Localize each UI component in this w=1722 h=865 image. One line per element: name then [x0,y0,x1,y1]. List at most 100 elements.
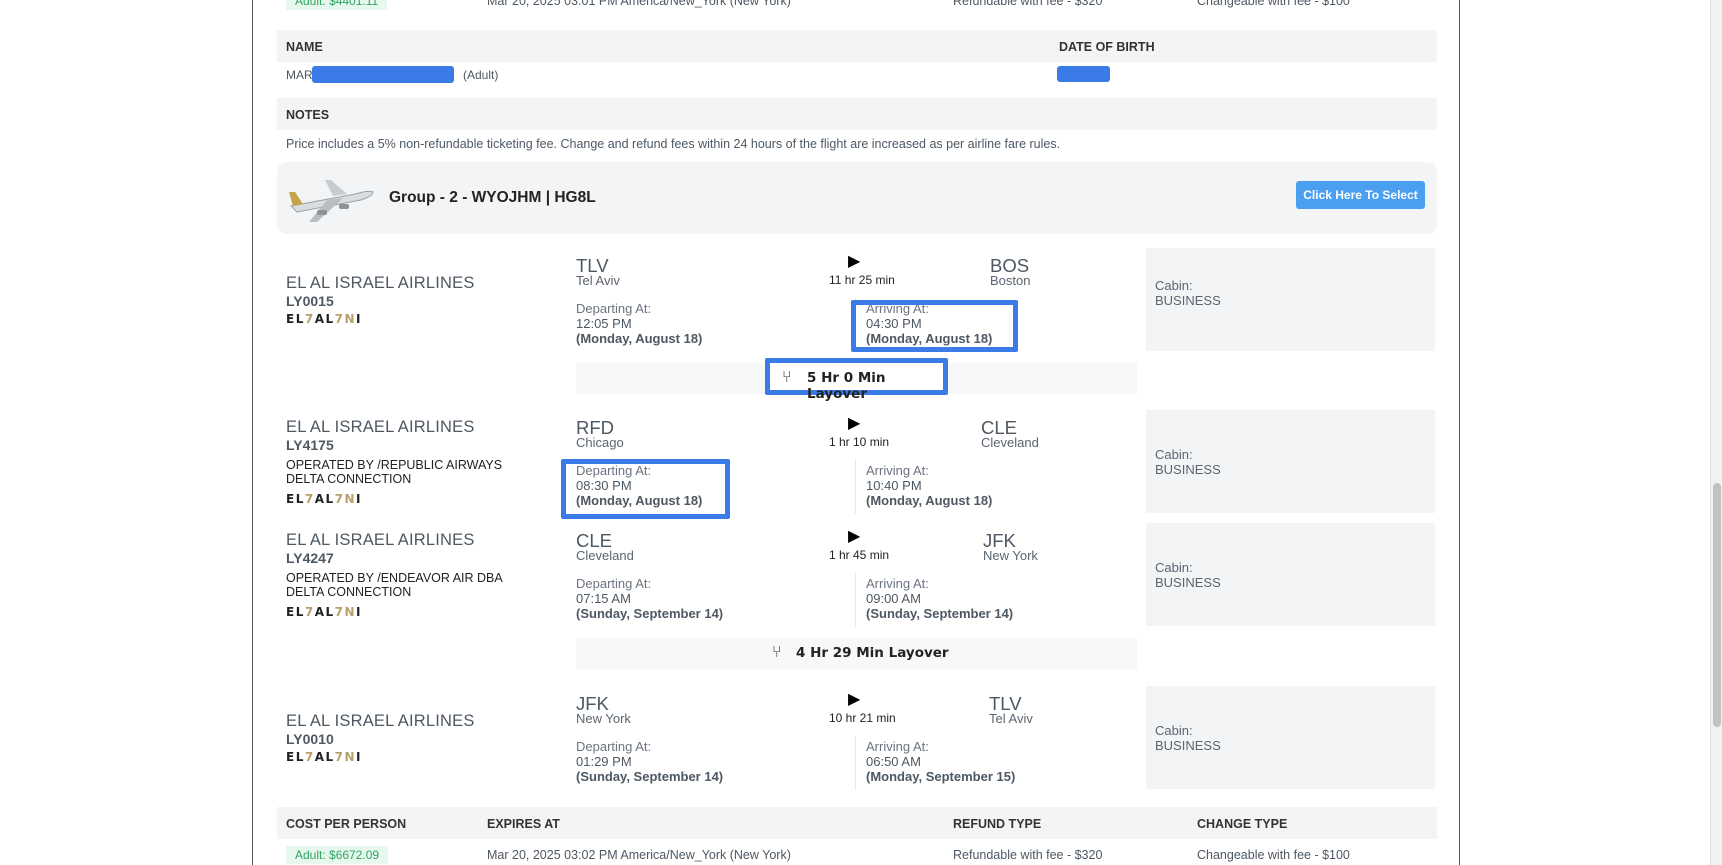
segment-1: EL AL ISRAEL AIRLINES LY0015 EL7AL7NI TL… [277,248,1437,352]
airline-name: EL AL ISRAEL AIRLINES [286,274,475,292]
play-arrow-icon: ▶ [848,415,861,432]
cabin-box: Cabin: BUSINESS [1146,686,1435,789]
airline-name: EL AL ISRAEL AIRLINES [286,531,475,549]
cost-row: Adult: $6672.09 Mar 20, 2025 03:02 PM Am… [277,846,1437,865]
passenger-row: MAR (Adult) [286,66,1186,84]
cabin-box: Cabin: BUSINESS [1146,523,1435,626]
flight-duration: 1 hr 45 min [829,548,890,562]
page: Adult: $4401.11 Mar 20, 2025 03:01 PM Am… [0,0,1722,865]
segment-2: EL AL ISRAEL AIRLINES LY4175 OPERATED BY… [277,410,1437,519]
destination-city: New York [983,548,1038,563]
redacted-name [312,66,454,83]
play-arrow-icon: ▶ [848,691,861,708]
flight-duration: 10 hr 21 min [829,711,896,725]
operated-by: OPERATED BY /ENDEAVOR AIR DBA DELTA CONN… [286,571,503,599]
departing-date: (Monday, August 18) [576,331,703,346]
arriving-time: 10:40 PM [866,478,922,493]
notes-title: NOTES [286,108,330,122]
flight-duration: 1 hr 10 min [829,435,890,449]
flight-number: LY4175 [286,437,334,453]
group-title: Group - 2 - WYOJHM | HG8L [389,189,596,206]
arriving-date: (Monday, September 15) [866,769,1016,784]
arriving-label: Arriving At: [866,739,929,754]
cost-header: COST PER PERSON [286,817,407,831]
el-al-logo: EL7AL7NI [286,605,363,619]
arriving-date: (Monday, August 18) [866,493,993,508]
layover-text: 5 Hr 0 Min Layover [807,370,886,402]
arriving-time: 09:00 AM [866,591,921,606]
destination-city: Tel Aviv [989,711,1033,726]
origin-city: New York [576,711,631,726]
change-header: CHANGE TYPE [1197,817,1288,831]
flight-number: LY0015 [286,293,334,309]
cost-badge: Adult: $6672.09 [286,846,389,864]
vertical-scrollbar[interactable] [1710,0,1722,865]
highlight-box [851,300,1018,352]
el-al-logo: EL7AL7NI [286,750,363,764]
arriving-date: (Sunday, September 14) [866,606,1014,621]
play-arrow-icon: ▶ [848,253,861,270]
group-header: Group - 2 - WYOJHM | HG8L Click Here To … [277,162,1437,234]
departing-time: 07:15 AM [576,591,631,606]
cabin-label: Cabin: [1155,278,1193,293]
departing-time: 01:29 PM [576,754,632,769]
segment-3: EL AL ISRAEL AIRLINES LY4247 OPERATED BY… [277,523,1437,627]
passenger-table-header: NAME DATE OF BIRTH [277,30,1437,62]
divider [855,460,856,514]
layover-2: ⑂ 4 Hr 29 Min Layover [576,638,1137,669]
divider [855,736,856,790]
dob-header: DATE OF BIRTH [1059,40,1155,54]
play-arrow-icon: ▶ [848,528,861,545]
departing-date: (Sunday, September 14) [576,769,724,784]
refund-header: REFUND TYPE [953,817,1042,831]
layover-icon: ⑂ [782,369,792,386]
previous-cost-row: Adult: $4401.11 Mar 20, 2025 03:01 PM Am… [277,0,1437,12]
cabin-box: Cabin: BUSINESS [1146,248,1435,351]
refund-value: Refundable with fee - $320 [953,848,1103,862]
passenger-name-prefix: MAR [286,68,313,82]
airline-name: EL AL ISRAEL AIRLINES [286,712,475,730]
expires-value: Mar 20, 2025 03:02 PM America/New_York (… [487,848,791,862]
airline-name: EL AL ISRAEL AIRLINES [286,418,475,436]
name-header: NAME [286,40,323,54]
cost-table-header: COST PER PERSON EXPIRES AT REFUND TYPE C… [277,807,1437,839]
arriving-label: Arriving At: [866,576,929,591]
airplane-icon [289,180,374,222]
departing-label: Departing At: [576,576,652,591]
redacted-dob [1057,66,1110,82]
cabin-class: BUSINESS [1155,293,1221,308]
departing-date: (Sunday, September 14) [576,606,724,621]
passenger-type: (Adult) [463,68,499,82]
origin-city: Tel Aviv [576,273,620,288]
notes-header: NOTES [277,98,1437,130]
segment-4: EL AL ISRAEL AIRLINES LY0010 EL7AL7NI JF… [277,686,1437,790]
flight-number: LY0010 [286,731,334,747]
scrollbar-thumb[interactable] [1713,483,1721,727]
cabin-class: BUSINESS [1155,462,1221,477]
cabin-class: BUSINESS [1155,738,1221,753]
expires-header: EXPIRES AT [487,817,560,831]
cabin-box: Cabin: BUSINESS [1146,410,1435,513]
destination-city: Cleveland [981,435,1039,450]
change-value: Changeable with fee - $100 [1197,0,1350,8]
departing-label: Departing At: [576,739,652,754]
flight-number: LY4247 [286,550,334,566]
expires-value: Mar 20, 2025 03:01 PM America/New_York (… [487,0,791,8]
flight-duration: 11 hr 25 min [829,273,895,287]
origin-city: Chicago [576,435,624,450]
change-value: Changeable with fee - $100 [1197,848,1350,862]
origin-city: Cleveland [576,548,634,563]
layover-highlight: ⑂ 5 Hr 0 Min Layover [765,358,948,402]
arriving-label: Arriving At: [866,463,929,478]
operated-by: OPERATED BY /REPUBLIC AIRWAYS DELTA CONN… [286,458,503,486]
el-al-logo: EL7AL7NI [286,312,363,326]
layover-icon: ⑂ [772,644,782,661]
cabin-label: Cabin: [1155,723,1193,738]
el-al-logo: EL7AL7NI [286,492,363,506]
destination-city: Boston [990,273,1031,288]
select-group-button[interactable]: Click Here To Select [1296,181,1425,209]
highlight-box [561,459,730,519]
cabin-label: Cabin: [1155,560,1193,575]
notes-text: Price includes a 5% non-refundable ticke… [286,137,1061,151]
departing-time: 12:05 PM [576,316,632,331]
